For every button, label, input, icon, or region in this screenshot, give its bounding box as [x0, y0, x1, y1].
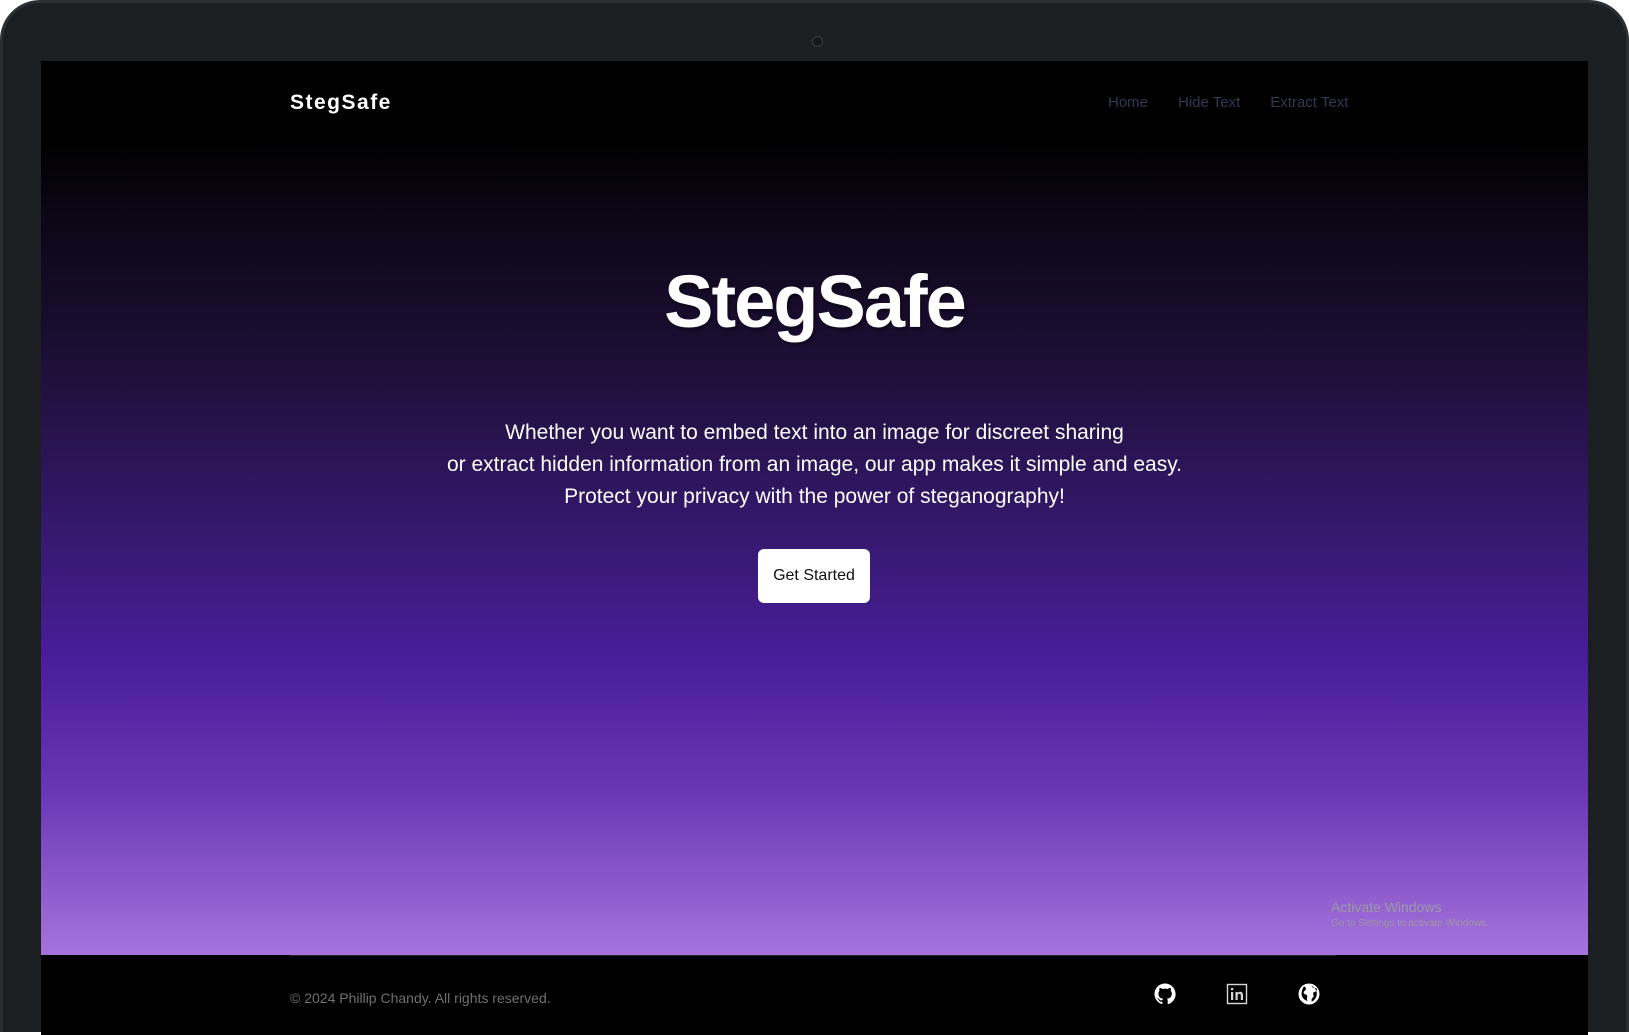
- tagline-line: Protect your privacy with the power of s…: [564, 485, 1065, 508]
- main-nav: Home Hide Text Extract Text: [1108, 94, 1348, 111]
- activation-title: Activate Windows: [1331, 899, 1442, 915]
- linkedin-icon[interactable]: [1224, 981, 1250, 1007]
- hero-title: StegSafe: [664, 260, 967, 343]
- hero-section: StegSafe Home Hide Text Extract Text Ste…: [41, 61, 1588, 955]
- globe-icon[interactable]: [1296, 981, 1322, 1007]
- copyright-text: © 2024 Phillip Chandy. All rights reserv…: [290, 990, 551, 1006]
- hero-tagline: Whether you want to embed text into an i…: [41, 417, 1588, 513]
- nav-link-hide-text[interactable]: Hide Text: [1178, 94, 1240, 111]
- nav-link-home[interactable]: Home: [1108, 94, 1148, 111]
- nav-link-extract-text[interactable]: Extract Text: [1270, 94, 1348, 111]
- github-icon[interactable]: [1152, 981, 1178, 1007]
- brand-logo[interactable]: StegSafe: [290, 91, 392, 115]
- get-started-button[interactable]: Get Started: [758, 549, 870, 603]
- camera-icon: [812, 36, 823, 47]
- windows-activation-watermark: Activate Windows Go to Settings to activ…: [1331, 899, 1489, 929]
- social-links: [1152, 981, 1322, 1007]
- activation-subtitle: Go to Settings to activate Windows.: [1331, 918, 1489, 929]
- tagline-line: Whether you want to embed text into an i…: [505, 421, 1124, 444]
- browser-viewport: StegSafe Home Hide Text Extract Text Ste…: [41, 61, 1588, 1035]
- laptop-frame: StegSafe Home Hide Text Extract Text Ste…: [0, 0, 1629, 1035]
- footer-divider: [290, 955, 1336, 956]
- tagline-line: or extract hidden information from an im…: [447, 453, 1182, 476]
- footer: © 2024 Phillip Chandy. All rights reserv…: [41, 955, 1588, 1035]
